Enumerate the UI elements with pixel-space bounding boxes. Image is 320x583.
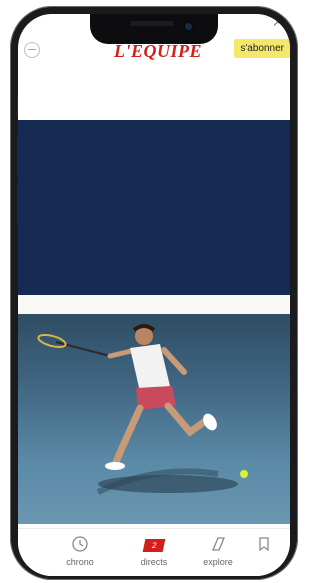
notch <box>90 14 218 44</box>
nav-item-explore[interactable]: explore <box>190 535 246 567</box>
live-badge-icon: 2 <box>126 535 182 553</box>
nav-label-chrono: chrono <box>66 557 94 567</box>
nav-item-chrono[interactable]: chrono <box>52 535 108 567</box>
article-photo[interactable] <box>18 314 290 524</box>
ad-banner[interactable] <box>18 120 290 295</box>
speaker-grille <box>130 21 174 26</box>
header-spacer <box>18 68 290 120</box>
nav-label-explore: explore <box>203 557 233 567</box>
app-logo[interactable]: L'EQUIPE <box>102 41 214 62</box>
nav-label-directs: directs <box>140 557 168 567</box>
bookmark-icon <box>259 537 269 552</box>
bottom-navigation: chrono 2 directs explore <box>18 528 290 576</box>
app-screen: ↗ L'EQUIPE s'abonner chrono 2 directs ex… <box>18 14 290 576</box>
nav-item-bookmark[interactable] <box>244 535 284 557</box>
live-count-badge: 2 <box>142 539 166 552</box>
nav-item-directs[interactable]: 2 directs <box>126 535 182 567</box>
clock-icon <box>72 536 88 552</box>
content-divider <box>18 295 290 314</box>
explore-icon <box>212 537 225 551</box>
tennis-player-illustration <box>37 324 248 495</box>
menu-icon[interactable] <box>24 42 40 58</box>
subscribe-button[interactable]: s'abonner <box>234 39 290 58</box>
front-camera <box>185 23 192 30</box>
status-indicator: ↗ <box>272 18 280 28</box>
